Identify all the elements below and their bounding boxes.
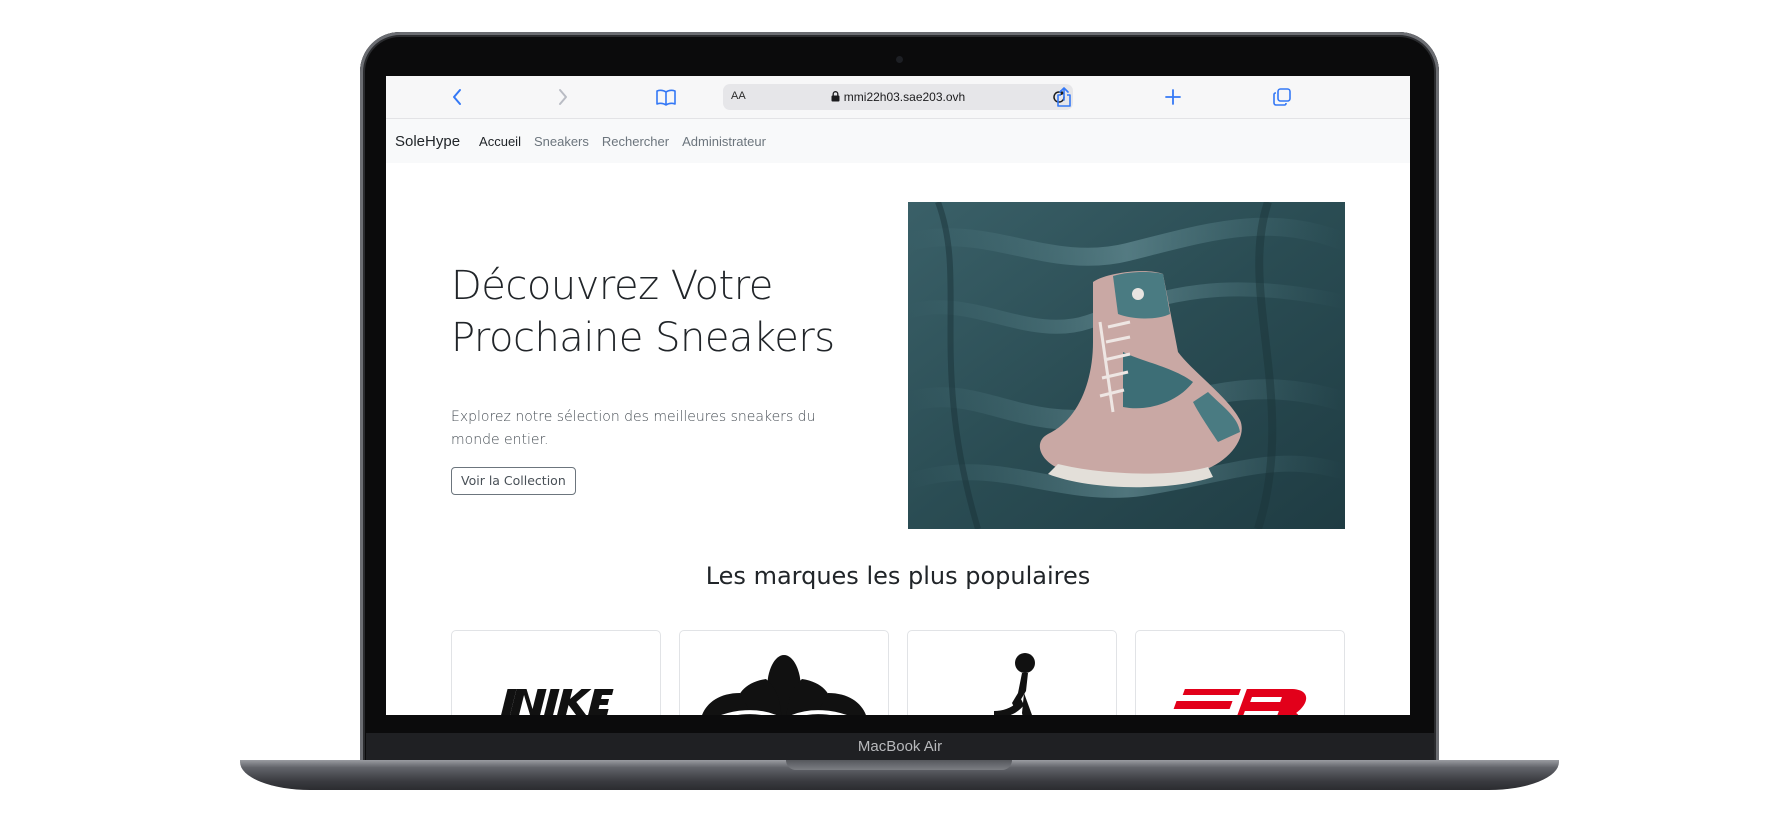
device-model-label: MacBook Air (857, 738, 943, 755)
hero-subtitle: Explorez notre sélection des meilleures … (451, 409, 816, 448)
laptop-hinge-notch (786, 760, 1012, 770)
laptop-bottom-bezel: MacBook Air (366, 733, 1434, 761)
webcam-icon (896, 56, 903, 63)
brand-card-jordan[interactable] (907, 630, 1117, 715)
nike-logo-icon (501, 689, 614, 715)
nav-link-sneakers[interactable]: Sneakers (534, 134, 589, 149)
bookmarks-button[interactable] (653, 84, 679, 110)
chevron-right-icon (559, 89, 567, 105)
address-bar[interactable]: AA mmi22h03.sae203.ovh (723, 84, 1073, 110)
hero-sneaker-image (908, 202, 1345, 529)
plus-icon (1165, 89, 1181, 105)
adidas-logo-icon (702, 655, 866, 715)
lock-icon (831, 91, 840, 102)
popular-brands-title: Les marques les plus populaires (705, 562, 1091, 590)
new-balance-logo-icon (1173, 689, 1307, 715)
browser-screen: AA mmi22h03.sae203.ovh SoleHype Accueil … (386, 76, 1410, 715)
nav-link-admin[interactable]: Administrateur (682, 134, 766, 149)
chevron-left-icon (453, 89, 461, 105)
share-button[interactable] (1051, 84, 1077, 110)
brand-card-new-balance[interactable] (1135, 630, 1345, 715)
tabs-overview-button[interactable] (1269, 84, 1295, 110)
brand-card-nike[interactable] (451, 630, 661, 715)
jordan-jumpman-logo-icon (994, 653, 1035, 715)
nav-link-home[interactable]: Accueil (479, 134, 521, 149)
nav-link-search[interactable]: Rechercher (602, 134, 669, 149)
forward-button[interactable] (550, 84, 576, 110)
site-brand[interactable]: SoleHype (395, 133, 460, 150)
site-navbar: SoleHype Accueil Sneakers Rechercher Adm… (386, 119, 1410, 163)
view-collection-button[interactable]: Voir la Collection (451, 467, 576, 495)
tabs-icon (1273, 88, 1291, 106)
book-icon (656, 89, 676, 106)
back-button[interactable] (444, 84, 470, 110)
url-text: mmi22h03.sae203.ovh (843, 90, 966, 104)
brand-card-adidas[interactable] (679, 630, 889, 715)
hero-title: Découvrez Votre Prochaine Sneakers (451, 263, 835, 361)
new-tab-button[interactable] (1160, 84, 1186, 110)
share-icon (1057, 87, 1071, 107)
safari-toolbar: AA mmi22h03.sae203.ovh (386, 76, 1410, 119)
